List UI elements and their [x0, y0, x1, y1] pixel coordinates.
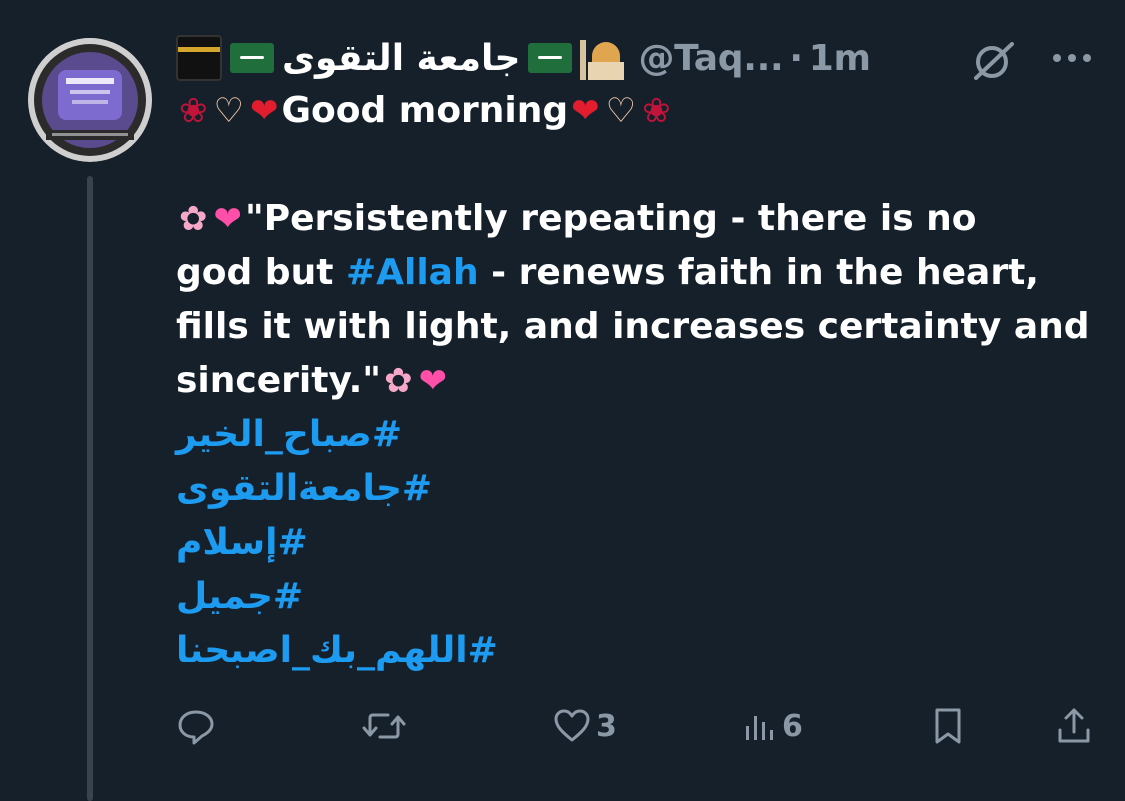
pink-heart-icon: ❤ [418, 361, 448, 401]
greeting-text: Good morning [281, 90, 569, 131]
saudi-flag-icon [230, 43, 274, 73]
display-name[interactable]: جامعة التقوى [282, 38, 521, 79]
share-button[interactable] [1054, 700, 1094, 752]
post-body: ❀ ♡ ❤ Good morning ❤ ♡ ❀ ✿ ❤ "Persistent… [176, 84, 1106, 678]
pink-heart-icon: ❤ [213, 199, 243, 239]
greeting-line: ❀ ♡ ❤ Good morning ❤ ♡ ❀ [176, 84, 1106, 138]
kaaba-icon [176, 35, 222, 81]
quote-line-2: god but #Allah - renews faith in the hea… [176, 246, 1106, 300]
quote-line-3: fills it with light, and increases certa… [176, 300, 1106, 354]
quote-text: god but [176, 252, 346, 293]
bookmark-button[interactable] [928, 700, 968, 752]
red-heart-icon: ❤ [571, 91, 600, 131]
quote-text: - renews faith in the heart, [478, 252, 1039, 293]
saudi-flag-icon [528, 43, 573, 73]
bookmark-icon [935, 708, 961, 744]
quote-line-1: ✿ ❤ "Persistently repeating - there is n… [176, 192, 1106, 246]
heart-hands-icon: ♡ [213, 91, 244, 131]
cherry-blossom-icon: ✿ [179, 199, 208, 239]
hashtag-line: #جامعةالتقوى [176, 462, 1106, 516]
rose-icon: ❀ [642, 91, 671, 131]
repost-icon [362, 713, 406, 739]
like-count: 3 [596, 708, 617, 744]
hashtag-link[interactable]: #اللهم_بك_اصبحنا [176, 624, 498, 678]
hashtag-line: #إسلام [176, 516, 1106, 570]
share-icon [1058, 708, 1090, 743]
timestamp[interactable]: 1m [809, 38, 871, 79]
hashtag-line: #صباح_الخير [176, 408, 1106, 462]
cherry-blossom-icon: ✿ [384, 361, 413, 401]
quote-text: sincerity." [176, 360, 382, 401]
hashtag-link[interactable]: #Allah [346, 246, 479, 300]
more-options-icon[interactable] [1047, 48, 1097, 68]
hashtag-link[interactable]: #جميل [176, 570, 303, 624]
separator-dot: · [789, 37, 803, 79]
heart-icon [554, 709, 590, 742]
mosque-icon [578, 36, 625, 80]
tweet[interactable]: جامعة التقوى @Taq... · 1m ❀ ♡ ❤ Good mor… [0, 0, 1125, 801]
quote-text: "Persistently repeating - there is no [245, 198, 977, 239]
repost-button[interactable] [362, 700, 410, 752]
quote-text: fills it with light, and increases certa… [176, 306, 1090, 347]
like-button[interactable]: 3 [552, 700, 617, 752]
hashtag-line: #اللهم_بك_اصبحنا [176, 624, 1106, 678]
rose-icon: ❀ [179, 91, 208, 131]
red-heart-icon: ❤ [249, 91, 279, 131]
reply-button[interactable] [176, 700, 220, 752]
hashtag-link[interactable]: #صباح_الخير [176, 408, 402, 462]
thread-line [87, 176, 93, 801]
hashtag-line: #جميل [176, 570, 1106, 624]
views-button[interactable]: 6 [742, 700, 803, 752]
analytics-icon [746, 716, 773, 740]
avatar[interactable] [28, 38, 152, 162]
grok-icon[interactable] [970, 38, 1018, 82]
hashtag-link[interactable]: #إسلام [176, 516, 308, 570]
action-bar: 3 6 [176, 700, 1096, 752]
user-handle[interactable]: @Taq... [638, 38, 783, 79]
hashtag-link[interactable]: #جامعةالتقوى [176, 462, 432, 516]
post-header: جامعة التقوى @Taq... · 1m [176, 30, 871, 86]
quote-line-4: sincerity." ✿ ❤ [176, 354, 1106, 408]
views-count: 6 [782, 708, 803, 744]
heart-hands-icon: ♡ [605, 91, 637, 131]
reply-icon [178, 710, 214, 745]
